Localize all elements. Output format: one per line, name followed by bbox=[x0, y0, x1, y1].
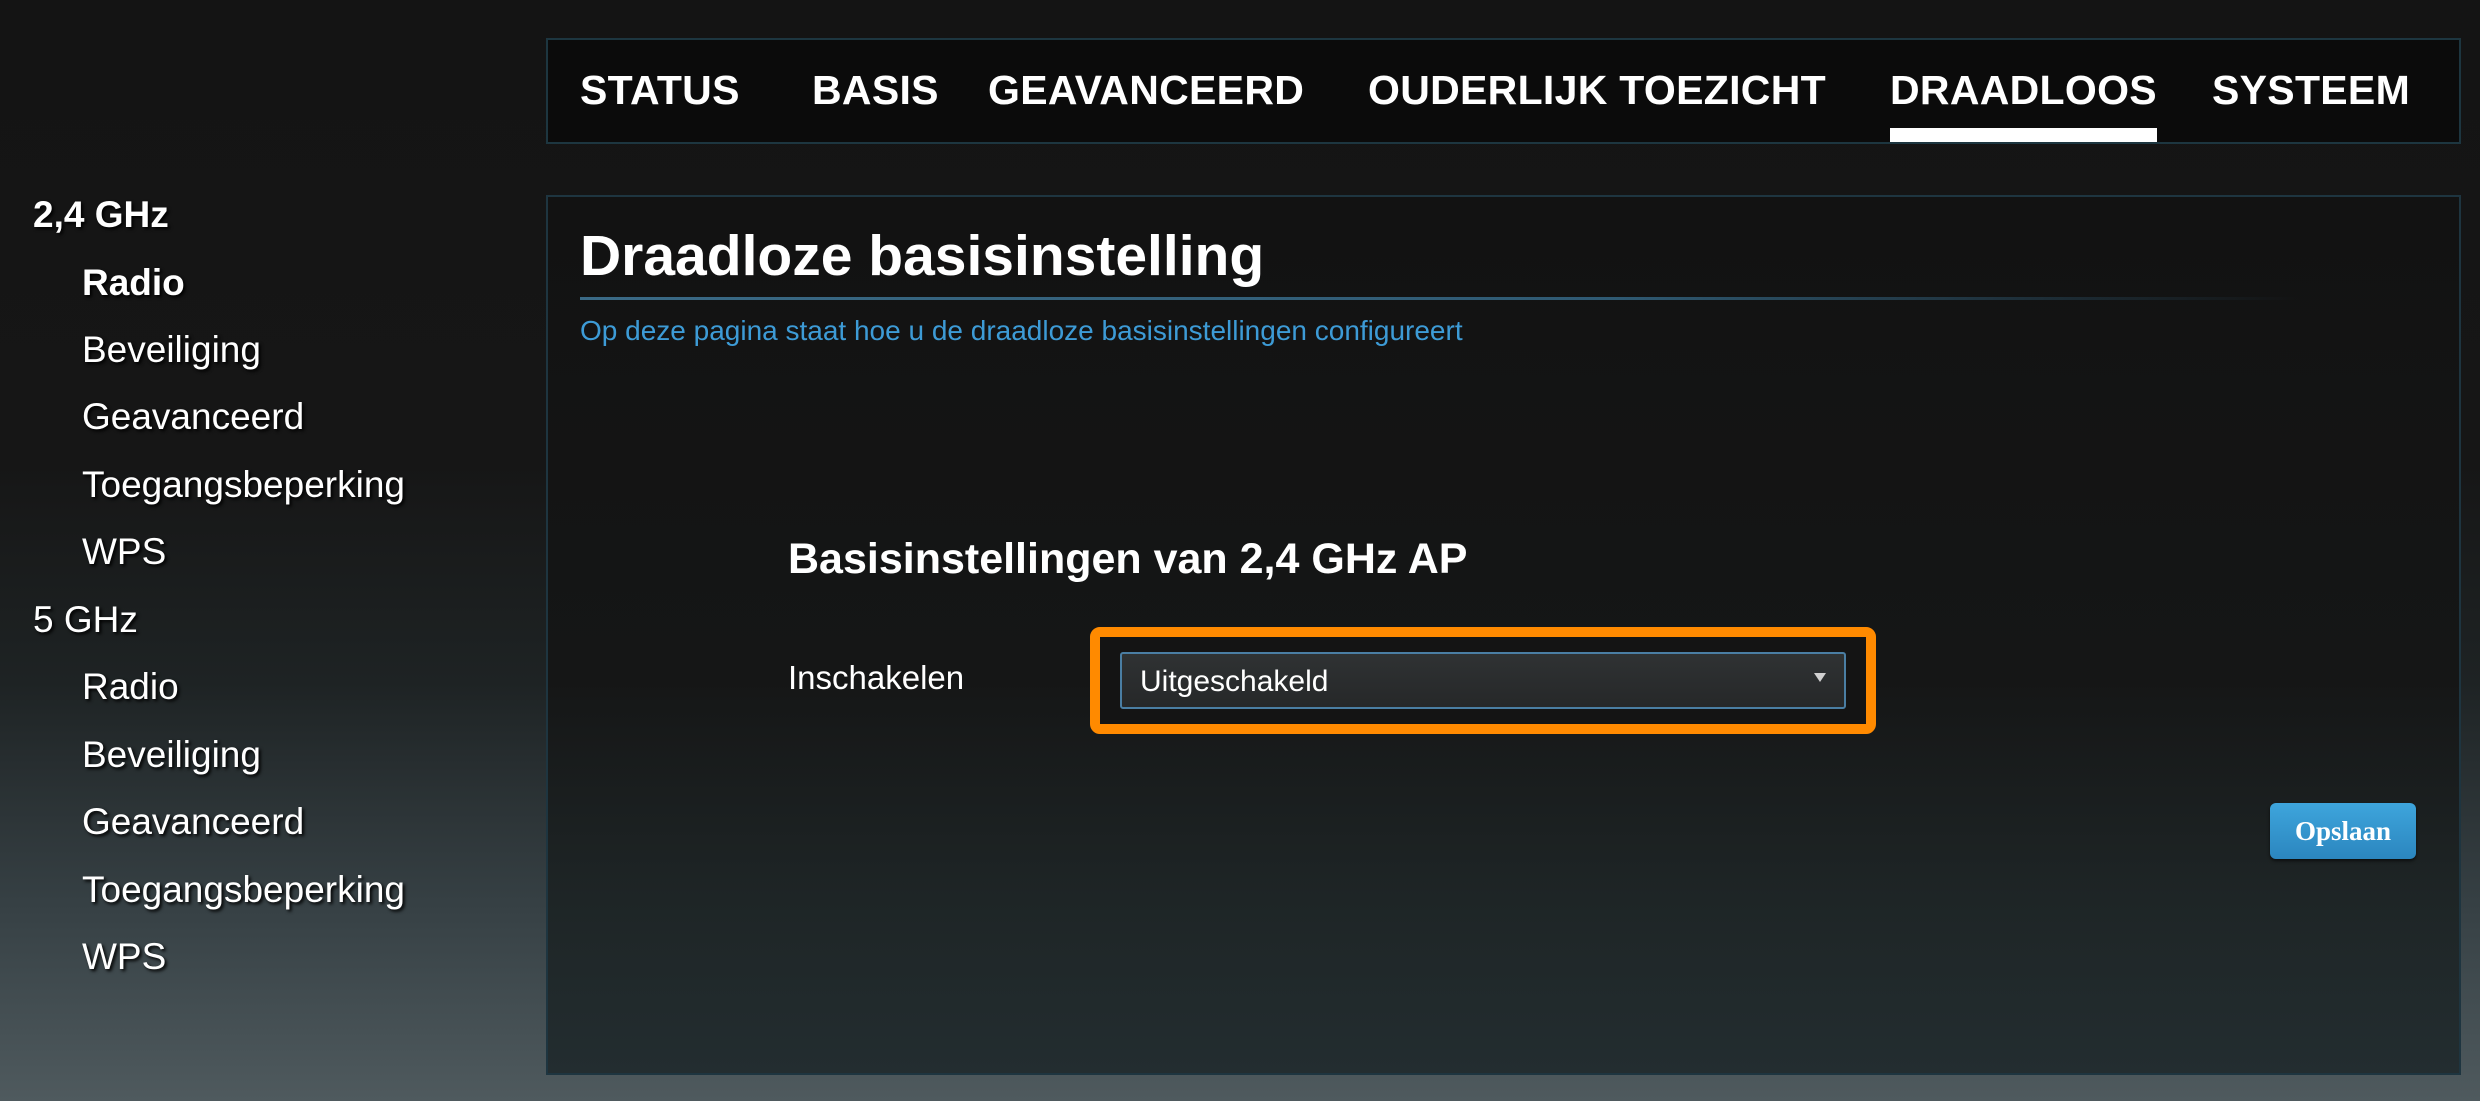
page-description: Op deze pagina staat hoe u de draadloze … bbox=[580, 315, 1463, 346]
sidebar-item-2-4ghz-toegangsbeperking[interactable]: Toegangsbeperking bbox=[82, 464, 405, 506]
sidebar-item-5ghz-geavanceerd[interactable]: Geavanceerd bbox=[82, 801, 304, 843]
tab-ouderlijk-toezicht[interactable]: OUDERLIJK TOEZICHT bbox=[1368, 40, 1826, 142]
tab-status[interactable]: STATUS bbox=[580, 40, 740, 142]
sidebar-item-2-4ghz-wps[interactable]: WPS bbox=[82, 531, 166, 573]
sidebar-item-5ghz-radio[interactable]: Radio bbox=[82, 666, 179, 708]
dropdown-arrow-icon bbox=[1814, 673, 1826, 682]
sidebar-group-2-4ghz[interactable]: 2,4 GHz bbox=[33, 194, 169, 236]
content-panel: Draadloze basisinstelling Op deze pagina… bbox=[546, 195, 2461, 1075]
page-title: Draadloze basisinstelling bbox=[580, 224, 1265, 288]
sidebar-item-5ghz-beveiliging[interactable]: Beveiliging bbox=[82, 734, 261, 776]
enable-field-label: Inschakelen bbox=[788, 659, 965, 696]
tab-basis[interactable]: BASIS bbox=[812, 40, 939, 142]
section-title: Basisinstellingen van 2,4 GHz AP bbox=[788, 535, 1468, 583]
sidebar-group-5ghz[interactable]: 5 GHz bbox=[33, 599, 138, 641]
enable-select[interactable]: Uitgeschakeld bbox=[1120, 652, 1846, 709]
sidebar-item-2-4ghz-geavanceerd[interactable]: Geavanceerd bbox=[82, 396, 304, 438]
tab-geavanceerd[interactable]: GEAVANCEERD bbox=[988, 40, 1304, 142]
save-button[interactable]: Opslaan bbox=[2270, 803, 2416, 859]
sidebar-item-5ghz-wps[interactable]: WPS bbox=[82, 936, 166, 978]
tab-systeem[interactable]: SYSTEEM bbox=[2212, 40, 2410, 142]
enable-select-value: Uitgeschakeld bbox=[1140, 665, 1329, 698]
sidebar-item-5ghz-toegangsbeperking[interactable]: Toegangsbeperking bbox=[82, 869, 405, 911]
sidebar-item-2-4ghz-beveiliging[interactable]: Beveiliging bbox=[82, 329, 261, 371]
title-divider bbox=[580, 297, 2300, 300]
tab-draadloos[interactable]: DRAADLOOS bbox=[1890, 40, 2157, 142]
top-navigation: STATUS BASIS GEAVANCEERD OUDERLIJK TOEZI… bbox=[546, 38, 2461, 144]
sidebar-item-2-4ghz-radio[interactable]: Radio bbox=[82, 262, 185, 304]
